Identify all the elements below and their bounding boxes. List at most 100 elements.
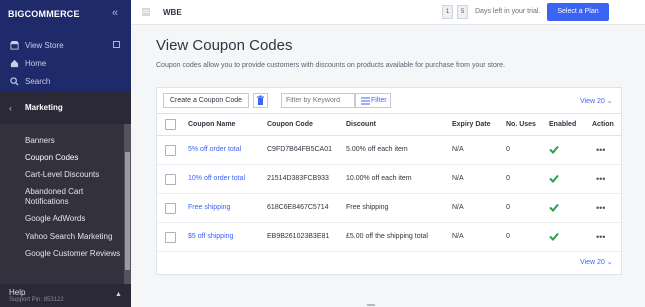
column-header[interactable]: No. Uses (506, 121, 536, 128)
row-checkbox[interactable] (165, 174, 176, 185)
sidebar-scrollbar[interactable] (124, 124, 131, 284)
days-left-digit: 5 (457, 5, 468, 19)
more-actions-icon[interactable]: ••• (596, 146, 605, 155)
coupon-discount: 10.00% off each item (346, 175, 412, 182)
top-bar: WBE 1 5 Days left in your trial. Select … (131, 0, 645, 25)
sidebar-item-coupon-codes[interactable]: Coupon Codes (0, 153, 78, 163)
sidebar-item-google-adwords[interactable]: Google AdWords (0, 214, 85, 224)
coupon-discount: Free shipping (346, 204, 389, 211)
column-header[interactable]: Enabled (549, 121, 576, 128)
coupon-name-link[interactable]: 10% off order total (188, 175, 245, 182)
double-chevron-left-icon[interactable]: « (112, 7, 118, 19)
column-header: Action (592, 121, 614, 128)
coupon-expiry: N/A (452, 146, 464, 153)
coupon-expiry: N/A (452, 175, 464, 182)
row-checkbox[interactable] (165, 145, 176, 156)
sidebar-link-home[interactable]: Home (10, 59, 46, 68)
coupon-uses: 0 (506, 204, 510, 211)
sidebar-item-yahoo-search-marketing[interactable]: Yahoo Search Marketing (0, 232, 112, 242)
trial-text: Days left in your trial. (475, 8, 541, 15)
coupon-code: EB9B261023B3E81 (267, 233, 330, 240)
main-content: View Coupon Codes Coupon codes allow you… (131, 26, 645, 307)
sidebar-section-marketing[interactable]: ‹ Marketing (0, 91, 131, 124)
table-row: Free shipping 618C6E8467C5714 Free shipp… (157, 194, 621, 223)
table-header: Coupon Name Coupon Code Discount Expiry … (157, 114, 621, 136)
row-checkbox[interactable] (165, 203, 176, 214)
coupon-table-panel: Create a Coupon Code Filter View 20 ⌄ Co… (156, 87, 622, 275)
create-coupon-button[interactable]: Create a Coupon Code (163, 93, 249, 108)
footer-divider (367, 304, 375, 306)
filter-button[interactable]: Filter (355, 93, 391, 108)
sidebar-item-banners[interactable]: Banners (0, 136, 55, 146)
external-link-icon (113, 41, 120, 48)
scrollbar-thumb[interactable] (125, 152, 130, 270)
table-row: $5 off shipping EB9B261023B3E81 £5.00 of… (157, 223, 621, 252)
coupon-code: C9FD7B64FB5CA01 (267, 146, 332, 153)
trash-icon (257, 95, 264, 105)
coupon-code: 21514D383FCB933 (267, 175, 329, 182)
section-title: Marketing (25, 103, 63, 112)
sidebar-header: BIGCOMMERCE « View Store Home Search (0, 0, 131, 91)
checkmark-icon (549, 232, 559, 241)
sidebar-link-search[interactable]: Search (10, 77, 50, 86)
sidebar-item-cart-level-discounts[interactable]: Cart-Level Discounts (0, 170, 99, 180)
coupon-code: 618C6E8467C5714 (267, 204, 329, 211)
sidebar-link-label: Search (25, 77, 51, 86)
store-name: WBE (163, 8, 182, 17)
column-header[interactable]: Coupon Name (188, 121, 235, 128)
coupon-name-link[interactable]: Free shipping (188, 204, 230, 211)
view-count-dropdown[interactable]: View 20 ⌄ (580, 97, 613, 105)
storefront-icon (10, 41, 19, 50)
coupon-uses: 0 (506, 233, 510, 240)
sidebar: BIGCOMMERCE « View Store Home Search ‹ M… (0, 0, 131, 307)
chevron-down-icon: ⌄ (606, 98, 613, 105)
more-actions-icon[interactable]: ••• (596, 204, 605, 213)
column-header[interactable]: Coupon Code (267, 121, 313, 128)
select-plan-button[interactable]: Select a Plan (547, 3, 609, 21)
search-icon (10, 77, 19, 86)
view-count-label: View 20 (580, 259, 605, 266)
store-icon (142, 8, 150, 16)
chevron-left-icon: ‹ (9, 103, 12, 113)
table-row: 10% off order total 21514D383FCB933 10.0… (157, 165, 621, 194)
delete-button[interactable] (253, 93, 268, 108)
home-icon (10, 59, 19, 68)
filter-icon (361, 97, 370, 105)
sidebar-footer[interactable]: Help Support Pin: 853122 ▲ (0, 284, 131, 307)
more-actions-icon[interactable]: ••• (596, 233, 605, 242)
coupon-discount: £5.00 off the shipping total (346, 233, 428, 240)
days-left-digit: 1 (442, 5, 453, 19)
chevron-down-icon: ⌄ (606, 259, 613, 266)
help-label: Help (9, 288, 26, 297)
chevron-up-icon: ▲ (115, 291, 122, 298)
support-pin: Support Pin: 853122 (9, 297, 64, 303)
column-header[interactable]: Discount (346, 121, 376, 128)
row-checkbox[interactable] (165, 232, 176, 243)
keyword-filter-input[interactable] (281, 93, 355, 108)
checkmark-icon (549, 203, 559, 212)
sidebar-link-label: View Store (25, 41, 64, 50)
view-count-label: View 20 (580, 98, 605, 105)
filter-label: Filter (371, 97, 387, 104)
table-row: 5% off order total C9FD7B64FB5CA01 5.00%… (157, 136, 621, 165)
column-header[interactable]: Expiry Date (452, 121, 491, 128)
sidebar-link-view-store[interactable]: View Store (10, 41, 64, 50)
coupon-expiry: N/A (452, 204, 464, 211)
coupon-discount: 5.00% off each item (346, 146, 408, 153)
page-title: View Coupon Codes (156, 37, 293, 54)
table-toolbar: Create a Coupon Code Filter View 20 ⌄ (157, 88, 621, 114)
sidebar-link-label: Home (25, 59, 47, 68)
checkmark-icon (549, 174, 559, 183)
more-actions-icon[interactable]: ••• (596, 175, 605, 184)
select-all-checkbox[interactable] (165, 119, 176, 130)
coupon-uses: 0 (506, 146, 510, 153)
coupon-expiry: N/A (452, 233, 464, 240)
view-count-dropdown-bottom[interactable]: View 20 ⌄ (580, 258, 613, 266)
coupon-name-link[interactable]: 5% off order total (188, 146, 241, 153)
bigcommerce-logo[interactable]: BIGCOMMERCE (8, 9, 80, 19)
checkmark-icon (549, 145, 559, 154)
coupon-name-link[interactable]: $5 off shipping (188, 233, 233, 240)
sidebar-item-abandoned-cart[interactable]: Abandoned Cart Notifications (0, 187, 110, 207)
sidebar-item-google-customer-reviews[interactable]: Google Customer Reviews (0, 249, 120, 259)
coupon-uses: 0 (506, 175, 510, 182)
